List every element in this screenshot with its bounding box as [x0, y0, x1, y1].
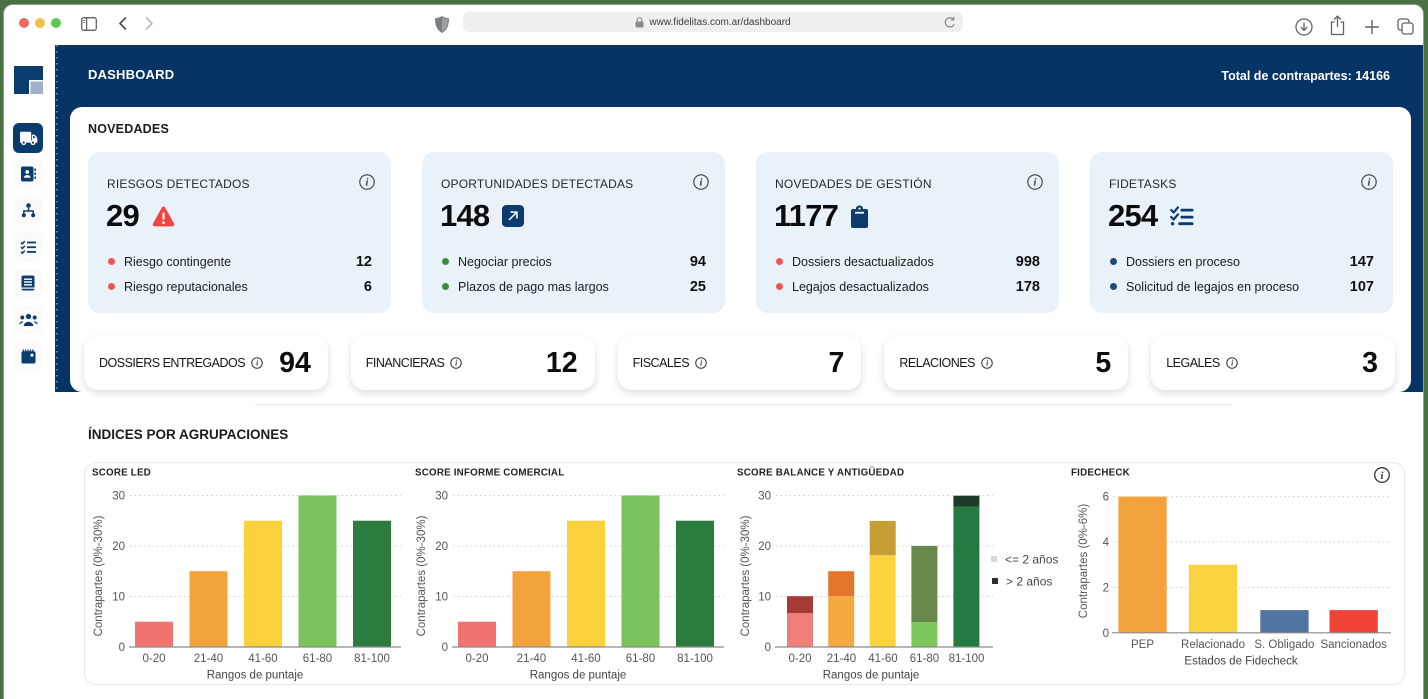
svg-text:0: 0 — [119, 642, 125, 654]
svg-text:PEP: PEP — [1131, 639, 1154, 651]
svg-text:Sancionados: Sancionados — [1320, 639, 1387, 651]
svg-text:10: 10 — [758, 592, 771, 604]
svg-text:2: 2 — [1103, 583, 1109, 595]
svg-text:21-40: 21-40 — [517, 653, 546, 665]
svg-text:0: 0 — [1103, 628, 1109, 640]
svg-text:> 2 años: > 2 años — [1006, 575, 1052, 589]
svg-text:30: 30 — [112, 491, 125, 503]
svg-text:21-40: 21-40 — [194, 653, 223, 665]
svg-text:20: 20 — [758, 541, 771, 553]
svg-text:i: i — [986, 359, 989, 368]
svg-text:30: 30 — [435, 491, 448, 503]
svg-text:0-20: 0-20 — [142, 653, 165, 665]
svg-text:FIDECHECK: FIDECHECK — [1071, 468, 1130, 479]
svg-text:0-20: 0-20 — [788, 653, 811, 665]
svg-text:81-100: 81-100 — [354, 653, 390, 665]
svg-text:i: i — [455, 359, 458, 368]
svg-text:Estados de Fidecheck: Estados de Fidecheck — [1184, 656, 1297, 668]
svg-text:SCORE INFORME COMERCIAL: SCORE INFORME COMERCIAL — [415, 468, 564, 479]
svg-text:S. Obligado: S. Obligado — [1254, 639, 1314, 651]
svg-text:0: 0 — [442, 642, 448, 654]
svg-text:i: i — [700, 178, 703, 189]
svg-text:81-100: 81-100 — [949, 653, 985, 665]
svg-text:20: 20 — [112, 541, 125, 553]
svg-text:i: i — [366, 178, 369, 189]
svg-text:i: i — [700, 359, 703, 368]
svg-text:SCORE LED: SCORE LED — [92, 468, 151, 479]
svg-text:20: 20 — [435, 541, 448, 553]
svg-text:4: 4 — [1103, 537, 1110, 549]
svg-text:21-40: 21-40 — [827, 653, 856, 665]
svg-text:Relacionado: Relacionado — [1181, 639, 1245, 651]
svg-text:81-100: 81-100 — [677, 653, 713, 665]
svg-text:Contrapartes (0%-30%): Contrapartes (0%-30%) — [740, 515, 752, 636]
svg-text:<= 2 años: <= 2 años — [1005, 553, 1058, 567]
svg-text:i: i — [1034, 178, 1037, 189]
svg-text:Rangos de puntaje: Rangos de puntaje — [530, 670, 627, 682]
svg-text:0-20: 0-20 — [465, 653, 488, 665]
svg-text:Rangos de puntaje: Rangos de puntaje — [207, 670, 304, 682]
svg-text:Contrapartes (0%-6%): Contrapartes (0%-6%) — [1078, 504, 1090, 619]
svg-text:61-80: 61-80 — [303, 653, 332, 665]
svg-text:61-80: 61-80 — [626, 653, 655, 665]
svg-text:41-60: 41-60 — [571, 653, 600, 665]
svg-text:41-60: 41-60 — [248, 653, 277, 665]
svg-text:41-60: 41-60 — [868, 653, 897, 665]
svg-text:Contrapartes (0%-30%): Contrapartes (0%-30%) — [416, 515, 428, 636]
svg-text:i: i — [256, 359, 259, 368]
svg-text:61-80: 61-80 — [910, 653, 939, 665]
svg-text:0: 0 — [765, 642, 771, 654]
svg-text:10: 10 — [435, 592, 448, 604]
svg-text:10: 10 — [112, 592, 125, 604]
svg-text:i: i — [1381, 471, 1384, 482]
svg-text:SCORE BALANCE Y ANTIGÜEDAD: SCORE BALANCE Y ANTIGÜEDAD — [737, 468, 904, 479]
svg-text:Rangos de puntaje: Rangos de puntaje — [823, 670, 920, 682]
svg-text:6: 6 — [1103, 492, 1109, 504]
svg-text:Contrapartes (0%-30%): Contrapartes (0%-30%) — [93, 515, 105, 636]
svg-text:i: i — [1231, 359, 1234, 368]
svg-text:i: i — [1368, 178, 1371, 189]
svg-text:30: 30 — [758, 491, 771, 503]
